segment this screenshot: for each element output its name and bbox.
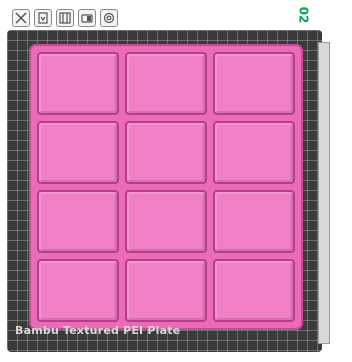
tray-cell bbox=[125, 52, 207, 115]
plate-toolbar bbox=[12, 9, 118, 27]
build-plate[interactable]: Bambu Textured PEI Plate bbox=[7, 30, 330, 352]
tray-cell bbox=[125, 259, 207, 322]
close-icon bbox=[15, 12, 27, 24]
tray-cell bbox=[37, 52, 119, 115]
tray-cell bbox=[37, 121, 119, 184]
arrange-button[interactable] bbox=[56, 9, 74, 27]
tray-cell bbox=[213, 121, 295, 184]
settings-icon bbox=[103, 12, 115, 24]
plate-type-label: Bambu Textured PEI Plate bbox=[15, 324, 181, 337]
lock-plate-button[interactable] bbox=[78, 9, 96, 27]
close-plate-button[interactable] bbox=[12, 9, 30, 27]
arrange-icon bbox=[59, 12, 71, 24]
tray-cell bbox=[213, 52, 295, 115]
auto-orient-icon bbox=[38, 12, 48, 24]
tray-object[interactable] bbox=[29, 44, 303, 330]
tray-cell bbox=[37, 190, 119, 253]
auto-orient-button[interactable] bbox=[34, 9, 52, 27]
tray-cell bbox=[213, 190, 295, 253]
plate-settings-button[interactable] bbox=[100, 9, 118, 27]
plate-number: 02 bbox=[296, 6, 311, 24]
tray-cell bbox=[37, 259, 119, 322]
lock-icon bbox=[81, 14, 93, 23]
tray-cell bbox=[125, 121, 207, 184]
bed-edge bbox=[318, 42, 330, 344]
tray-cells bbox=[37, 52, 295, 322]
tray-cell bbox=[125, 190, 207, 253]
tray-cell bbox=[213, 259, 295, 322]
